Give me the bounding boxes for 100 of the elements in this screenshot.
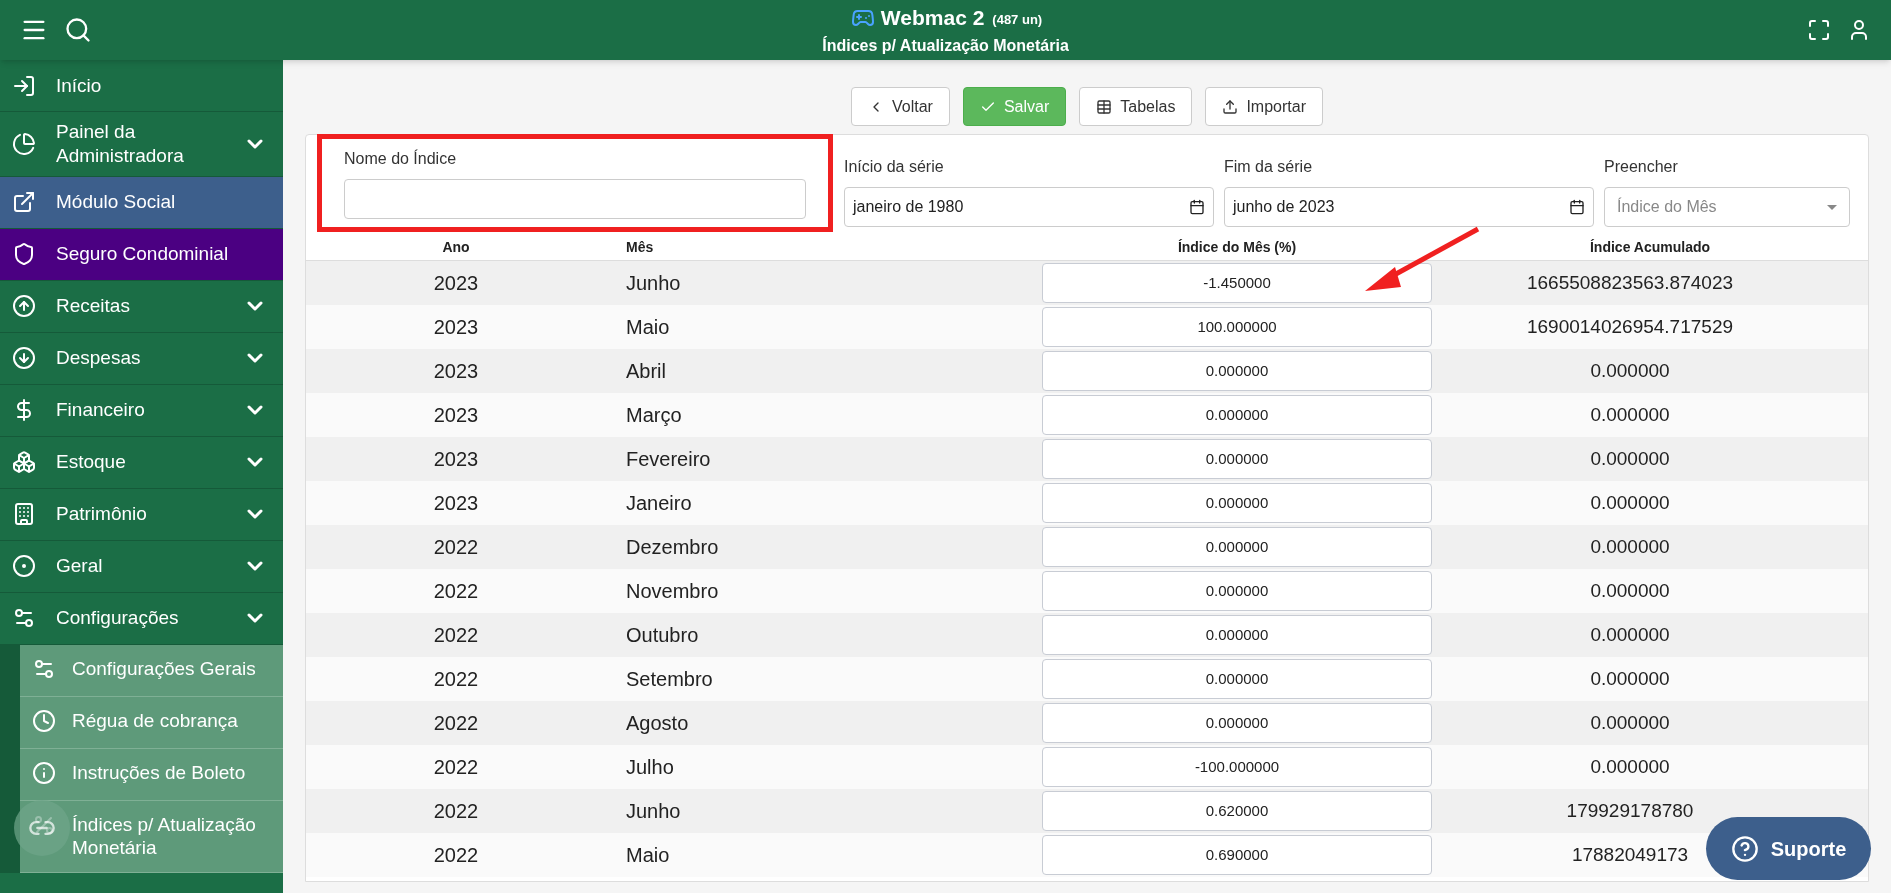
index-input[interactable]: 0.000000 — [1042, 615, 1432, 655]
table-cell-text: Agosto — [626, 711, 689, 736]
sidebar-item[interactable]: Despesas — [0, 332, 283, 385]
index-input[interactable]: 0.000000 — [1042, 571, 1432, 611]
search-icon[interactable] — [64, 16, 92, 44]
index-input[interactable]: 0.000000 — [1042, 439, 1432, 479]
page-title: Índices p/ Atualização Monetária — [822, 35, 1069, 56]
column-header: Índice Acumulado — [1589, 238, 1711, 257]
index-input[interactable]: -1.450000 — [1042, 263, 1432, 303]
table-cell-text: Setembro — [626, 667, 713, 692]
table-cell-text: 2023 — [433, 315, 479, 340]
table-cell-text: Março — [626, 403, 682, 428]
pie-chart-icon — [12, 131, 36, 156]
boxes-icon — [12, 450, 36, 474]
table-cell-text: 2022 — [433, 755, 479, 780]
index-input[interactable]: 0.000000 — [1042, 703, 1432, 743]
column-header: Mês — [626, 238, 654, 257]
table-cell-text: 0.000000 — [1590, 446, 1670, 471]
index-input[interactable]: 0.000000 — [1042, 395, 1432, 435]
table-cell-text: 179929178780 — [1566, 798, 1694, 823]
index-input[interactable]: 0.690000 — [1042, 835, 1432, 875]
sidebar-item[interactable]: Painel da Administradora — [0, 112, 283, 177]
table-cell-text: 2023 — [433, 403, 479, 428]
column-header: Índice do Mês (%) — [1177, 238, 1297, 257]
external-link-icon — [12, 190, 36, 214]
target-icon — [12, 554, 36, 578]
index-input[interactable]: 0.000000 — [1042, 527, 1432, 567]
index-input[interactable]: 0.620000 — [1042, 791, 1432, 831]
table-cell-text: Dezembro — [626, 535, 719, 560]
table-cell-text: Fevereiro — [626, 447, 711, 472]
table-cell-text: Novembro — [626, 579, 719, 604]
table-cell-text: Junho — [626, 271, 681, 296]
unit-count: (487 un) — [992, 11, 1043, 30]
table-cell-text: 2022 — [433, 843, 479, 868]
clock-icon — [32, 708, 56, 733]
sidebar-item[interactable]: Geral — [0, 540, 283, 593]
fullscreen-icon[interactable] — [1807, 18, 1831, 42]
table-cell-text: 0.000000 — [1590, 534, 1670, 559]
table-cell-text: 2022 — [433, 667, 479, 692]
table-cell-text: Janeiro — [626, 491, 692, 516]
calendar-icon[interactable] — [1189, 199, 1205, 215]
table-cell-text: 2022 — [433, 623, 479, 648]
index-input[interactable]: 0.000000 — [1042, 483, 1432, 523]
arrow-down-circle-icon — [12, 346, 36, 370]
calendar-icon[interactable] — [1569, 199, 1585, 215]
field-label: Fim da série — [1224, 157, 1314, 177]
dropdown-caret-icon — [1827, 204, 1837, 210]
table-cell-text: 2022 — [433, 799, 479, 824]
field-label: Nome do Índice — [344, 148, 458, 169]
table-cell-text: 2022 — [433, 711, 479, 736]
table-cell-text: 2022 — [433, 535, 479, 560]
table-cell-text: 1690014026954.717529 — [1526, 314, 1734, 339]
sidebar-item[interactable]: Configurações — [0, 592, 283, 645]
building-icon — [12, 502, 36, 526]
toolbar-button[interactable]: Importar — [1205, 87, 1323, 126]
field-label: Preencher — [1604, 157, 1679, 177]
input-field[interactable] — [344, 179, 806, 219]
table-cell-text: 0.000000 — [1590, 578, 1670, 603]
sign-in-icon — [12, 73, 36, 98]
table-cell-text: 0.000000 — [1590, 622, 1670, 647]
sidebar-item[interactable]: Receitas — [0, 280, 283, 333]
table-cell-text: Maio — [626, 843, 670, 868]
sidebar-item[interactable]: Início — [0, 60, 283, 112]
table-cell-text: 2023 — [433, 447, 479, 472]
table-cell-text: 2023 — [433, 359, 479, 384]
field-label: Início da série — [844, 157, 945, 177]
toolbar-button[interactable]: Tabelas — [1079, 87, 1193, 126]
table-cell-text: Outubro — [626, 623, 699, 648]
column-header: Ano — [442, 238, 470, 257]
sidebar-item[interactable]: Financeiro — [0, 384, 283, 437]
index-input[interactable]: 0.000000 — [1042, 351, 1432, 391]
table-cell-text: 2023 — [433, 491, 479, 516]
table-cell-text: 2022 — [433, 579, 479, 604]
index-input[interactable]: 100.000000 — [1042, 307, 1432, 347]
select-field[interactable]: Índice do Mês — [1604, 187, 1850, 227]
table-cell-text: 2023 — [433, 271, 479, 296]
sidebar-item[interactable]: Módulo Social — [0, 176, 283, 229]
app-title: Webmac 2 — [880, 5, 985, 32]
table-cell-text: Maio — [626, 315, 670, 340]
table-cell-text: Junho — [626, 799, 681, 824]
upload-icon — [1222, 98, 1239, 115]
info-icon — [32, 760, 56, 785]
date-field[interactable]: junho de 2023 — [1224, 187, 1594, 227]
date-field[interactable]: janeiro de 1980 — [844, 187, 1214, 227]
sidebar-item[interactable]: Estoque — [0, 436, 283, 489]
table-cell-text: Abril — [626, 359, 666, 384]
sidebar-item[interactable]: Seguro Condominial — [0, 228, 283, 281]
arrow-up-circle-icon — [12, 294, 36, 318]
table-cell-text: 1665508823563.874023 — [1526, 270, 1734, 295]
shield-icon — [12, 242, 36, 266]
toolbar-button[interactable]: Voltar — [851, 87, 950, 126]
index-input[interactable]: -100.000000 — [1042, 747, 1432, 787]
help-icon — [1730, 834, 1759, 863]
table-cell-text: 0.000000 — [1590, 358, 1670, 383]
index-input[interactable]: 0.000000 — [1042, 659, 1432, 699]
table-cell-text: 0.000000 — [1590, 490, 1670, 515]
table-cell-text: 0.000000 — [1590, 402, 1670, 427]
sidebar-item[interactable]: Patrimônio — [0, 488, 283, 541]
support-button[interactable]: Suporte — [1706, 817, 1871, 880]
table-cell-text: Julho — [626, 755, 674, 780]
